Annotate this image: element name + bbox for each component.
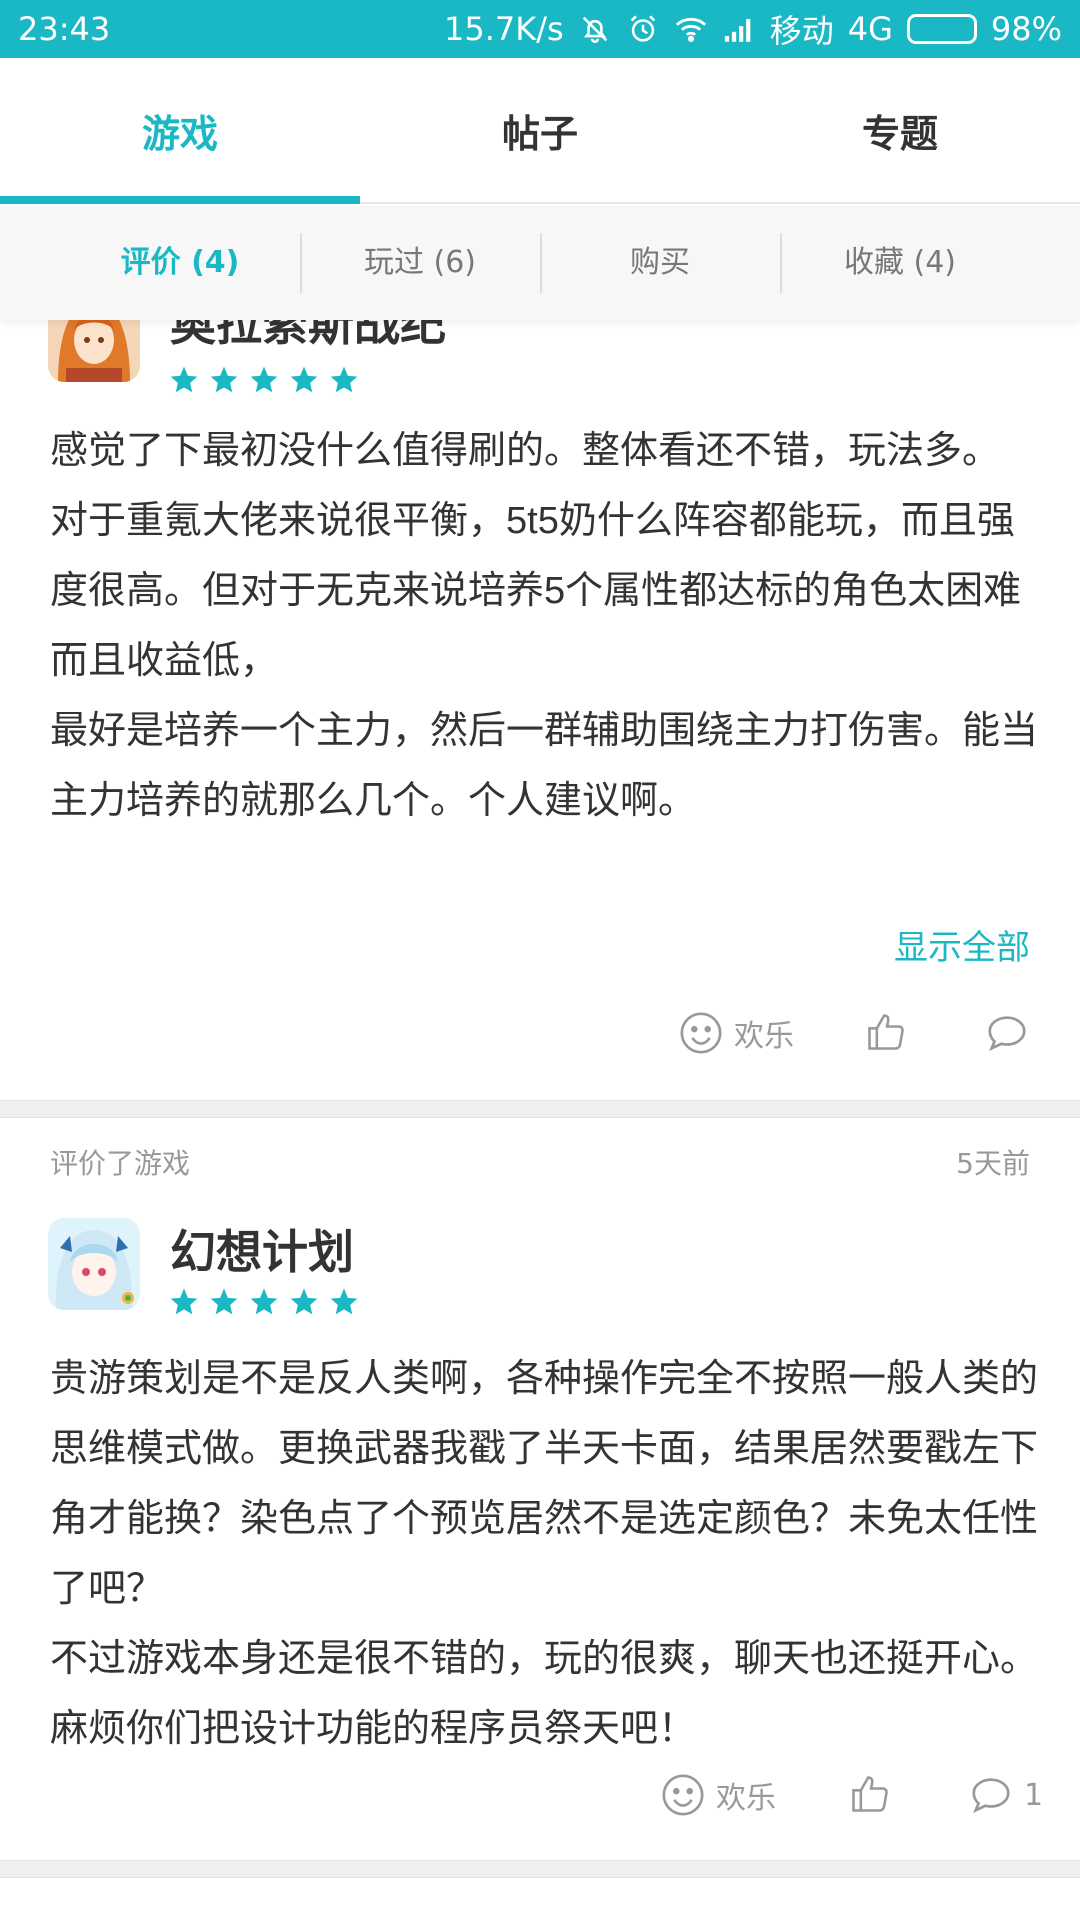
review-card: 奥拉索斯战纪 感觉了下最初没什么值得刷的。整体看还不错，玩法多。 对于重氪大佬来… [0, 320, 1080, 1100]
review-actions: 欢乐 1 [0, 1772, 1080, 1832]
sub-tabs: 评价 (4) 玩过 (6) 购买 收藏 (4) [0, 206, 1080, 320]
smiley-icon [680, 1012, 722, 1054]
signal-icon [724, 19, 751, 42]
star-icon [250, 366, 278, 393]
review-paragraph: 最好是培养一个主力，然后一群辅助围绕主力打伤害。能当主力培养的就那么几个。个人建… [50, 710, 1039, 822]
game-icon[interactable] [48, 320, 140, 382]
wifi-icon [675, 17, 706, 43]
comment-count: 1 [1024, 1777, 1044, 1813]
like-button[interactable] [848, 1772, 892, 1816]
bell-off-icon [582, 16, 607, 43]
battery-percent: 98% [990, 10, 1062, 48]
thumb-up-icon [868, 1014, 904, 1050]
game-icon[interactable] [48, 1218, 140, 1310]
review-feed[interactable]: 奥拉索斯战纪 感觉了下最初没什么值得刷的。整体看还不错，玩法多。 对于重氪大佬来… [0, 320, 1080, 1920]
network-speed: 15.7K/s [444, 10, 564, 48]
review-paragraph: 贵游策划是不是反人类啊，各种操作完全不按照一般人类的思维模式做。更换武器我戳了半… [50, 1358, 1039, 1610]
game-name[interactable]: 奥拉索斯战纪 [170, 320, 446, 354]
card-divider [0, 1860, 1080, 1878]
carrier-name: 移动 [769, 12, 834, 50]
rating-stars [168, 1286, 360, 1318]
reaction-button[interactable]: 欢乐 [678, 1010, 794, 1056]
review-card-next [0, 1878, 1080, 1920]
comment-button[interactable] [984, 1010, 1040, 1056]
review-paragraph: 感觉了下最初没什么值得刷的。整体看还不错，玩法多。 [50, 430, 1001, 472]
status-time: 23:43 [18, 10, 111, 48]
reaction-button[interactable]: 欢乐 [660, 1772, 776, 1818]
star-icon [210, 366, 238, 393]
show-all-link[interactable]: 显示全部 [894, 920, 1030, 969]
status-bar: 23:43 15.7K/s 移动 4G 98% [0, 0, 1080, 58]
star-icon [330, 1288, 358, 1315]
subtab-purchased[interactable]: 购买 [540, 233, 780, 293]
tab-games[interactable]: 游戏 [0, 58, 360, 204]
review-time: 5天前 [956, 1147, 1030, 1180]
review-action-label: 评价了游戏 [50, 1147, 191, 1180]
review-meta: 评价了游戏 5天前 [50, 1142, 1030, 1182]
review-actions: 欢乐 [0, 1010, 1080, 1070]
comment-icon [988, 1016, 1026, 1052]
star-icon [250, 1288, 278, 1315]
star-icon [330, 366, 358, 393]
star-icon [210, 1288, 238, 1315]
star-icon [290, 1288, 318, 1315]
comment-button[interactable]: 1 [968, 1772, 1043, 1818]
rating-stars [168, 364, 360, 396]
battery-icon [906, 14, 977, 44]
tab-posts[interactable]: 帖子 [360, 58, 720, 202]
smiley-icon [662, 1774, 704, 1816]
subtab-favorites[interactable]: 收藏 (4) [780, 233, 1020, 293]
review-paragraph: 不过游戏本身还是很不错的，玩的很爽，聊天也还挺开心。麻烦你们把设计功能的程序员祭… [50, 1638, 1039, 1750]
tab-topics[interactable]: 专题 [720, 58, 1080, 202]
reaction-label: 欢乐 [716, 1781, 776, 1816]
thumb-up-icon [852, 1776, 888, 1812]
like-button[interactable] [864, 1010, 908, 1054]
review-text[interactable]: 感觉了下最初没什么值得刷的。整体看还不错，玩法多。 对于重氪大佬来说很平衡，5t… [50, 416, 1040, 836]
card-divider [0, 1100, 1080, 1118]
status-right: 15.7K/s 移动 4G 98% [444, 6, 1062, 52]
subtab-played[interactable]: 玩过 (6) [300, 233, 540, 293]
review-text[interactable]: 贵游策划是不是反人类啊，各种操作完全不按照一般人类的思维模式做。更换武器我戳了半… [50, 1344, 1040, 1764]
main-tabs: 游戏 帖子 专题 [0, 58, 1080, 204]
star-icon [290, 366, 318, 393]
star-icon [170, 1288, 198, 1315]
star-icon [170, 366, 198, 393]
review-paragraph: 对于重氪大佬来说很平衡，5t5奶什么阵容都能玩，而且强度很高。但对于无克来说培养… [50, 500, 1022, 682]
game-name[interactable]: 幻想计划 [170, 1216, 354, 1282]
comment-icon [972, 1778, 1010, 1814]
network-type: 4G [847, 10, 893, 48]
review-card: 评价了游戏 5天前 幻想计划 贵游策划是不是反人类啊，各种操作完全不按照一般人类… [0, 1118, 1080, 1894]
reaction-label: 欢乐 [734, 1019, 794, 1054]
subtab-reviews[interactable]: 评价 (4) [60, 233, 300, 293]
alarm-icon [630, 15, 655, 42]
